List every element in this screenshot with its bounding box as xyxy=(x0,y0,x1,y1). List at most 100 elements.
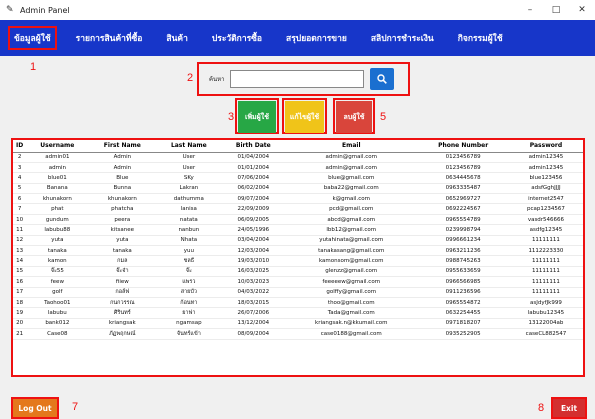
table-row[interactable]: 6 khunakorn khunakorn dathumma 09/07/2004 k@g… xyxy=(13,193,583,205)
table-cell: 3 xyxy=(13,162,27,174)
table-cell: 04/03/2022 xyxy=(221,287,286,298)
table-cell: 1112223330 xyxy=(508,245,583,257)
table-cell: pcd@gmail.com xyxy=(285,203,418,215)
nav-products[interactable]: สินค้า xyxy=(161,27,192,49)
table-row[interactable]: 14 kamon กมล ชลธี 19/03/2010 kamonsom@gmail.c… xyxy=(13,255,583,267)
table-cell: natata xyxy=(156,214,222,226)
table-cell: kamon xyxy=(26,255,89,267)
table-row[interactable]: 16 feew fiiew แพรว 10/03/2023 feeeeew@gmail.c… xyxy=(13,276,583,288)
nav-user-activity[interactable]: กิจกรรมผู้ใช้ xyxy=(453,27,508,49)
search-button[interactable] xyxy=(370,68,395,90)
nav-purchase-history[interactable]: ประวัติการซื้อ xyxy=(207,27,267,49)
table-cell: yuta xyxy=(88,235,157,247)
table-cell: Taohoo01 xyxy=(26,297,89,309)
table-row[interactable]: 20 bank012 kriangsak ngamsap 13/12/2004 krian… xyxy=(13,318,583,330)
table-cell: phatcha xyxy=(88,203,157,215)
maximize-button[interactable]: □ xyxy=(543,0,569,20)
table-cell: tanaka xyxy=(88,245,157,257)
table-cell: ยาฟา xyxy=(156,307,222,319)
table-cell: กอล์ฟ xyxy=(88,287,157,298)
table-cell: 19 xyxy=(13,307,27,319)
table-cell: 01/04/2004 xyxy=(221,152,286,163)
table-row[interactable]: 17 golf กอล์ฟ สายบัว 04/03/2022 golffy@gmail.… xyxy=(13,287,583,298)
logout-button[interactable]: Log Out xyxy=(11,397,59,419)
table-cell: feeeeew@gmail.com xyxy=(285,276,418,288)
nav-sales-summary[interactable]: สรุปยอดการขาย xyxy=(281,27,352,49)
table-cell: 19/03/2010 xyxy=(221,255,286,267)
table-cell: glenzz@gmail.com xyxy=(285,266,418,278)
table-cell: 0971818207 xyxy=(417,318,509,330)
table-row[interactable]: 21 Case08 ภัฏพฤกษณ์ จันทร์แข้า 08/09/2004 cas… xyxy=(13,328,583,340)
table-cell: 06/09/2005 xyxy=(221,214,286,226)
table-row[interactable]: 18 Taohoo01 กนกวรรณ ก้อนทา 18/03/2015 thoo@gm… xyxy=(13,297,583,309)
table-cell: internet2547 xyxy=(508,193,583,205)
table-cell: feew xyxy=(26,276,89,288)
column-header[interactable]: Phone Number xyxy=(417,140,509,153)
table-row[interactable]: 12 yuta yuta Nhata 03/04/2004 yutahinata@gmai… xyxy=(13,235,583,247)
column-header[interactable]: Username xyxy=(26,140,89,153)
table-row[interactable]: 7 phat phatcha lanisa 22/09/2009 pcd@gmail.co… xyxy=(13,203,583,215)
table-row[interactable]: 11 labubu88 kitsanee nanbun 24/05/1996 lbb12@… xyxy=(13,224,583,236)
column-header[interactable]: First Name xyxy=(88,140,157,153)
nav-payment-slips[interactable]: สลิปการชำระเงิน xyxy=(366,27,439,49)
table-cell: admin xyxy=(26,162,89,174)
table-cell: 10 xyxy=(13,214,27,226)
table-cell: golf xyxy=(26,287,89,298)
exit-button[interactable]: Exit xyxy=(551,397,587,419)
table-row[interactable]: 15 จ๊ะ55 จ๊ะจ๋า จ๊ะ 16/03/2025 glenzz@gmail.c… xyxy=(13,266,583,278)
nav-purchased-items[interactable]: รายการสินค้าที่ซื้อ xyxy=(71,27,148,49)
table-row[interactable]: 10 gundum peera natata 06/09/2005 abcd@gmail.… xyxy=(13,214,583,226)
column-header[interactable]: Password xyxy=(508,140,583,153)
table-cell: 20 xyxy=(13,318,27,330)
table-cell: 6 xyxy=(13,193,27,205)
table-row[interactable]: 5 Banana Bunna Lakran 06/02/2004 baba22@gmail… xyxy=(13,183,583,195)
table-cell: 0632254455 xyxy=(417,307,509,319)
table-cell: 17 xyxy=(13,287,27,298)
table-row[interactable]: 2 admin01 Admin User 01/04/2004 admin@gmail.c… xyxy=(13,152,583,163)
window-controls: – □ ✕ xyxy=(517,0,595,20)
table-cell: adsfGghJJJJ xyxy=(508,183,583,195)
window-title: Admin Panel xyxy=(20,5,70,15)
table-cell: 14 xyxy=(13,255,27,267)
delete-user-button[interactable]: ลบผู้ใช้ xyxy=(336,101,372,133)
table-cell: 13 xyxy=(13,245,27,257)
search-input[interactable] xyxy=(230,70,365,88)
table-cell: 0996661234 xyxy=(417,235,509,247)
table-cell: 11111111 xyxy=(508,266,583,278)
title-bar: ✎ Admin Panel – □ ✕ xyxy=(0,0,595,20)
table-cell: gundum xyxy=(26,214,89,226)
column-header[interactable]: Email xyxy=(285,140,418,153)
add-user-button[interactable]: เพิ่มผู้ใช้ xyxy=(238,101,276,133)
table-cell: yuta xyxy=(26,235,89,247)
table-cell: จ๊ะจ๋า xyxy=(88,266,157,278)
table-cell: User xyxy=(156,152,222,163)
table-cell: 09/07/2004 xyxy=(221,193,286,205)
main-navbar: ข้อมูลผู้ใช้ รายการสินค้าที่ซื้อ สินค้า … xyxy=(0,20,595,56)
table-cell: สายบัว xyxy=(156,287,222,298)
table-row[interactable]: 19 labubu ศิรินทร์ ยาฟา 26/07/2006 Tada@gmail… xyxy=(13,307,583,319)
table-cell: baba22@gmail.com xyxy=(285,183,418,195)
table-cell: 5 xyxy=(13,183,27,195)
column-header[interactable]: Birth Date xyxy=(221,140,286,153)
close-button[interactable]: ✕ xyxy=(569,0,595,20)
edit-user-button[interactable]: แก้ไขผู้ใช้ xyxy=(285,101,324,133)
minimize-button[interactable]: – xyxy=(517,0,543,20)
table-cell: 13122004ab xyxy=(508,318,583,330)
table-cell: Bunna xyxy=(88,183,157,195)
table-cell: Case08 xyxy=(26,328,89,340)
table-cell: admin@gmail.com xyxy=(285,152,418,163)
marker-7: 7 xyxy=(72,401,79,413)
table-cell: kriangsak xyxy=(88,318,157,330)
table-row[interactable]: 13 tanaka tanaka yuu 12/03/2004 tanakasang@gm… xyxy=(13,245,583,257)
table-cell: 0239998794 xyxy=(417,224,509,236)
table-cell: yuu xyxy=(156,245,222,257)
column-header[interactable]: ID xyxy=(13,140,27,153)
column-header[interactable]: Last Name xyxy=(156,140,222,153)
nav-user-info[interactable]: ข้อมูลผู้ใช้ xyxy=(8,26,57,50)
table-cell: 03/04/2004 xyxy=(221,235,286,247)
table-row[interactable]: 3 admin Admin User 01/01/2004 admin@gmail.com… xyxy=(13,162,583,174)
table-cell: 0692224567 xyxy=(417,203,509,215)
table-row[interactable]: 4 blue01 Blue SKy 07/06/2004 blue@gmail.com 06… xyxy=(13,172,583,184)
table-cell: 11111111 xyxy=(508,235,583,247)
table-cell: 01/01/2004 xyxy=(221,162,286,174)
